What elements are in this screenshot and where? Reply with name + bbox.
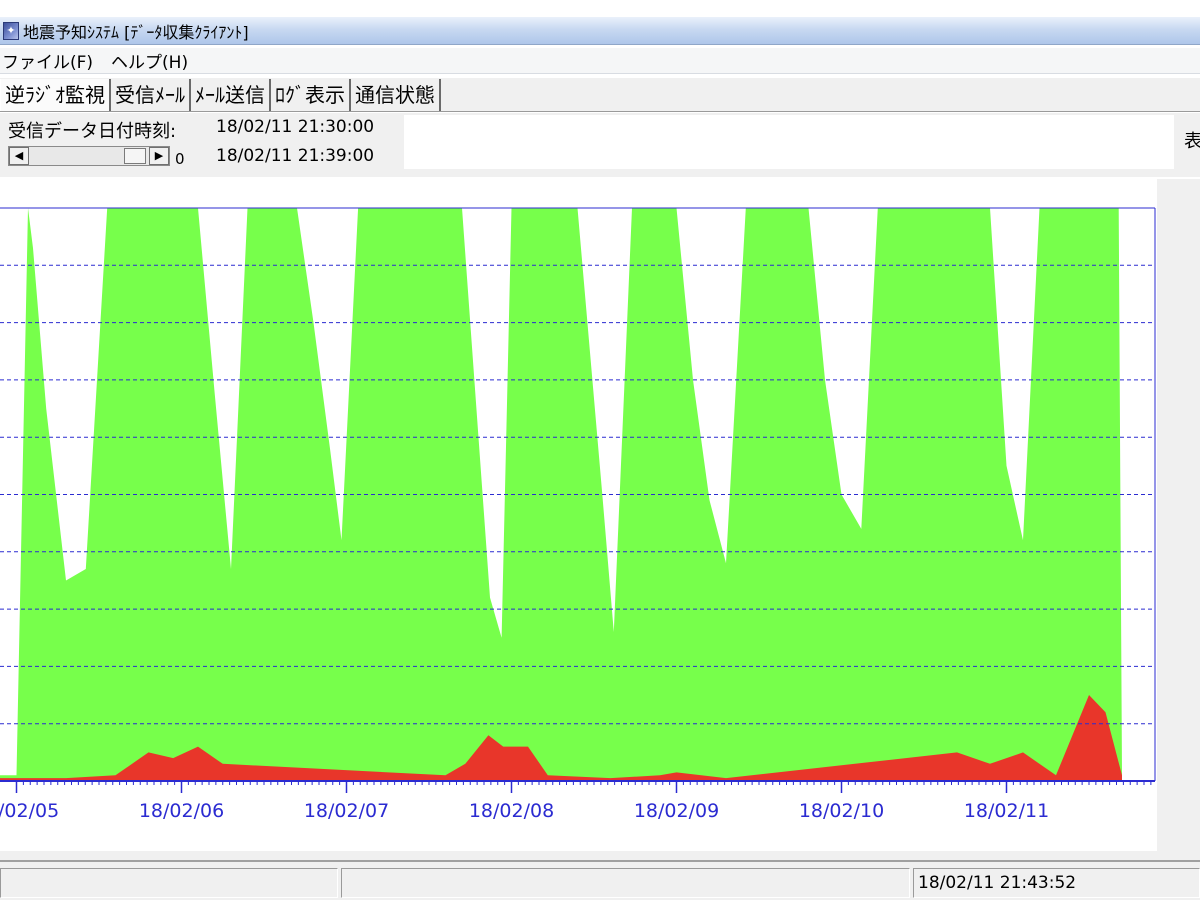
info-box xyxy=(404,115,1174,169)
time-scrollbar[interactable]: ◀ ▶ xyxy=(8,146,170,166)
x-tick-label: 18/02/10 xyxy=(799,800,884,822)
right-panel xyxy=(1157,179,1200,851)
status-cell-2 xyxy=(341,868,910,898)
x-tick-label: 18/02/06 xyxy=(139,800,224,822)
tab-communication-status[interactable]: 通信状態 xyxy=(351,79,441,111)
tab-log-view[interactable]: ﾛｸﾞ表示 xyxy=(271,79,351,111)
tab-strip: 逆ﾗｼﾞｵ監視 受信ﾒｰﾙ ﾒｰﾙ送信 ﾛｸﾞ表示 通信状態 xyxy=(0,78,1200,112)
right-panel-label: 表 xyxy=(1184,131,1200,152)
start-time: 18/02/11 21:30:00 xyxy=(216,117,375,137)
x-tick-label: 18/02/05 xyxy=(0,800,59,822)
x-tick-label: 18/02/07 xyxy=(304,800,389,822)
title-bar: ✦ 地震予知ｼｽﾃﾑ [ﾃﾞｰﾀ収集ｸﾗｲｱﾝﾄ] xyxy=(0,17,1200,45)
panel-gap xyxy=(0,851,1200,860)
status-bar: 18/02/11 21:43:52 xyxy=(0,860,1200,900)
chart-area: 18/02/05 18/02/06 18/02/07 18/02/08 18/02/09… xyxy=(0,179,1157,851)
x-tick-label: 18/02/09 xyxy=(634,800,719,822)
app-icon: ✦ xyxy=(3,21,19,40)
menu-bar: ファイル(F) ヘルプ(H) xyxy=(0,48,1200,74)
menu-file[interactable]: ファイル(F) xyxy=(0,48,97,73)
info-panel: 受信データ日付時刻: 18/02/11 21:30:00 ◀ ▶ 0 18/02… xyxy=(0,113,1200,177)
scroll-thumb[interactable] xyxy=(124,148,146,164)
received-datetime-label: 受信データ日付時刻: xyxy=(8,121,177,142)
signal-chart: 18/02/05 18/02/06 18/02/07 18/02/08 18/02/09… xyxy=(0,207,1156,822)
tab-send-mail[interactable]: ﾒｰﾙ送信 xyxy=(191,79,271,111)
tab-reverse-radio-monitor[interactable]: 逆ﾗｼﾞｵ監視 xyxy=(0,79,111,111)
status-datetime: 18/02/11 21:43:52 xyxy=(913,868,1200,898)
status-cell-1 xyxy=(0,868,338,898)
end-time: 18/02/11 21:39:00 xyxy=(216,146,375,166)
window-title: 地震予知ｼｽﾃﾑ [ﾃﾞｰﾀ収集ｸﾗｲｱﾝﾄ] xyxy=(23,22,249,42)
scroll-left-button[interactable]: ◀ xyxy=(9,147,29,165)
x-tick-label: 18/02/08 xyxy=(469,800,554,822)
tab-received-mail[interactable]: 受信ﾒｰﾙ xyxy=(111,79,191,111)
scroll-right-button[interactable]: ▶ xyxy=(149,147,169,165)
scroll-value: 0 xyxy=(175,150,185,168)
menu-help[interactable]: ヘルプ(H) xyxy=(109,48,192,73)
x-tick-label: 18/02/11 xyxy=(964,800,1049,822)
